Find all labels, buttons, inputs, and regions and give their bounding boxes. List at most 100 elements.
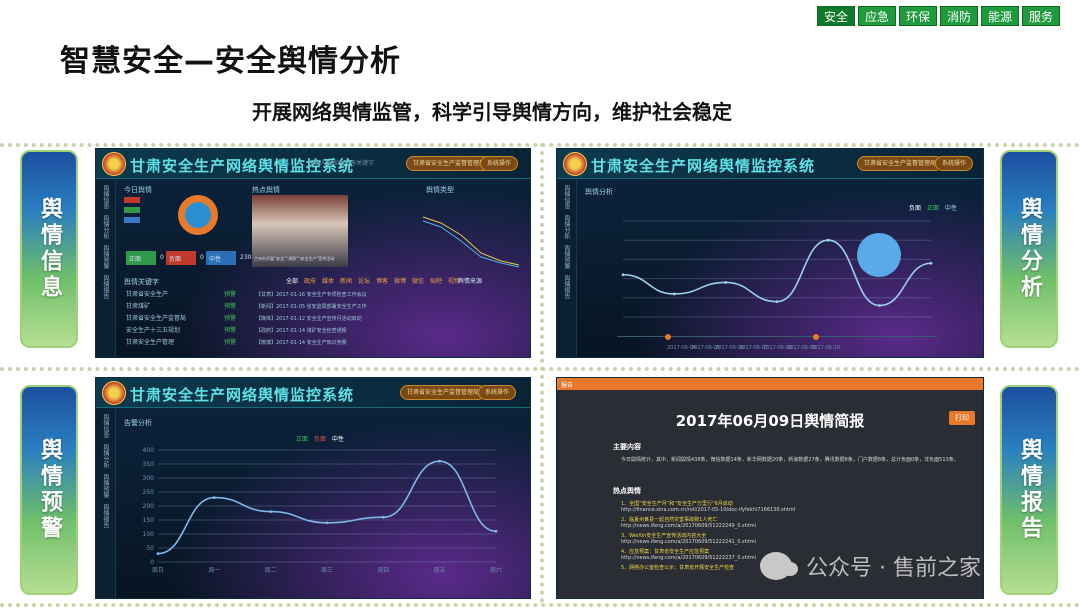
sidebar-item-info[interactable]: 舆情信息 bbox=[101, 414, 110, 438]
hot-item-url[interactable]: http://news.ifeng.com/a/20170609/5122224… bbox=[621, 539, 756, 545]
hot-item-url[interactable]: http://finance.sina.com.cn/roll/2017-05-… bbox=[621, 507, 795, 513]
data-point[interactable] bbox=[621, 273, 625, 277]
news-tab[interactable]: 新闻 bbox=[340, 276, 352, 285]
x-tick-label: 周二 bbox=[265, 567, 277, 574]
keyword-tag: 预警 bbox=[224, 291, 237, 298]
x-tick-label: 周日 bbox=[152, 567, 164, 574]
keyword-item[interactable]: 甘肃省安全生产 bbox=[126, 289, 168, 298]
data-point[interactable] bbox=[775, 300, 779, 304]
tab-service[interactable]: 服务 bbox=[1022, 6, 1060, 26]
legend-neutral[interactable]: 中性 bbox=[945, 205, 957, 212]
sidebar-item-analysis[interactable]: 舆情分析 bbox=[562, 215, 571, 239]
news-item[interactable]: 【甘肃】2017-01-16 安全生产专项检查工作会议 bbox=[256, 291, 367, 298]
sidebar-item-analysis[interactable]: 舆情分析 bbox=[101, 215, 110, 239]
data-point[interactable] bbox=[212, 496, 216, 499]
watermark-text: 公众号 · 售前之家 bbox=[806, 556, 981, 581]
hot-item-title[interactable]: 5、网络办公室检查公示：甘肃省开展安全生产检查 bbox=[621, 564, 734, 571]
sidebar: 舆情信息 舆情分析 舆情预警 舆情报告 bbox=[96, 179, 116, 357]
data-point[interactable] bbox=[438, 459, 442, 463]
tab-fire[interactable]: 消防 bbox=[940, 6, 978, 26]
sidebar-item-warning[interactable]: 舆情预警 bbox=[101, 245, 110, 269]
legend-negative[interactable]: 负面 bbox=[314, 436, 326, 443]
x-tick-label: 周五 bbox=[434, 567, 446, 574]
sidebar-item-warning[interactable]: 舆情预警 bbox=[562, 245, 571, 269]
count-positive: 正面 bbox=[126, 251, 156, 265]
data-point[interactable] bbox=[929, 261, 933, 265]
keyword-item[interactable]: 甘肃煤矿 bbox=[126, 301, 150, 310]
y-tick-label: 50 bbox=[146, 545, 154, 552]
sidebar-item-report[interactable]: 舆情报告 bbox=[101, 504, 110, 528]
section-main: 主要内容 bbox=[613, 443, 641, 451]
series-line bbox=[157, 460, 497, 555]
sidebar-item-warning[interactable]: 舆情预警 bbox=[101, 474, 110, 498]
pill-info-label: 舆情信息 bbox=[37, 197, 62, 301]
keyword-item[interactable]: 甘肃安全生产管理 bbox=[126, 337, 174, 346]
news-tab[interactable]: 媒体 bbox=[322, 276, 334, 285]
data-point[interactable] bbox=[494, 529, 498, 533]
count-positive-value: 0 bbox=[160, 254, 164, 261]
photo-caption: 兰州市开展“安全”“消防”“安全生产”宣传活动 bbox=[254, 256, 335, 261]
legend-positive[interactable]: 正面 bbox=[296, 436, 308, 443]
search-input[interactable]: 请输入搜索的内容关键字 bbox=[308, 158, 374, 167]
hot-item-title[interactable]: 2、临夏州某县一起自然灾害事故致1人死亡 bbox=[621, 516, 717, 523]
system-button[interactable]: 系统操作 bbox=[478, 385, 517, 400]
report-window-label: 报告 bbox=[561, 382, 574, 389]
news-item[interactable]: 【微博】2017-01-14 安全生产知识竞赛 bbox=[256, 339, 347, 346]
data-point[interactable] bbox=[156, 552, 160, 555]
data-point[interactable] bbox=[826, 238, 830, 242]
data-point[interactable] bbox=[672, 292, 676, 296]
sidebar-item-info[interactable]: 舆情信息 bbox=[101, 185, 110, 209]
section-hot: 热点舆情 bbox=[613, 487, 641, 495]
data-point[interactable] bbox=[878, 304, 882, 307]
keyword-item[interactable]: 甘肃省安全生产监督局 bbox=[126, 313, 186, 322]
screenshot-analysis: 甘肃安全生产网络舆情监控系统 甘肃省安全生产监督管理局 系统操作 舆情信息 舆情… bbox=[556, 148, 984, 358]
sidebar-item-report[interactable]: 舆情报告 bbox=[562, 275, 571, 299]
date-label: 2017-06-10 bbox=[811, 345, 841, 351]
system-button[interactable]: 系统操作 bbox=[935, 156, 974, 171]
legend-positive[interactable]: 正面 bbox=[927, 205, 939, 212]
sidebar-item-analysis[interactable]: 舆情分析 bbox=[101, 444, 110, 468]
count-negative: 负面 bbox=[166, 251, 196, 265]
hot-item-url[interactable]: http://news.ifeng.com/a/20170609/5122223… bbox=[621, 555, 756, 561]
sidebar-item-info[interactable]: 舆情信息 bbox=[562, 185, 571, 209]
news-item[interactable]: 【媒体】2017-01-12 安全生产宣传月活动启动 bbox=[256, 315, 362, 322]
data-point[interactable] bbox=[724, 281, 728, 284]
news-tab[interactable]: 微博 bbox=[394, 276, 406, 285]
y-tick-label: 350 bbox=[143, 461, 155, 468]
tab-emergency[interactable]: 应急 bbox=[858, 6, 896, 26]
screenshot-warning: 甘肃安全生产网络舆情监控系统 甘肃省安全生产监督管理局 系统操作 舆情信息 舆情… bbox=[95, 377, 531, 599]
tab-energy[interactable]: 能源 bbox=[981, 6, 1019, 26]
legend-neutral[interactable]: 中性 bbox=[332, 436, 344, 443]
warning-chart-title: 告警分析 bbox=[124, 419, 152, 427]
data-point[interactable] bbox=[381, 515, 385, 519]
news-tab[interactable]: 全部 bbox=[286, 276, 298, 285]
keyword-item[interactable]: 安全生产十三五规划 bbox=[126, 325, 180, 334]
data-point[interactable] bbox=[269, 510, 273, 513]
news-tab[interactable]: 政府 bbox=[304, 276, 316, 285]
agency-button[interactable]: 甘肃省安全生产监督管理局 bbox=[857, 156, 944, 171]
data-point[interactable] bbox=[325, 521, 329, 525]
news-tab[interactable]: 微信 bbox=[412, 276, 424, 285]
tab-environment[interactable]: 环保 bbox=[899, 6, 937, 26]
system-title: 甘肃安全生产网络舆情监控系统 bbox=[591, 157, 816, 175]
news-tab[interactable]: 博客 bbox=[376, 276, 388, 285]
legend-negative[interactable]: 负面 bbox=[909, 205, 921, 212]
page-subtitle: 开展网络舆情监管，科学引导舆情方向，维护社会稳定 bbox=[252, 100, 732, 124]
news-item[interactable]: 【新闻】2017-01-05 省安监局部署安全生产工作 bbox=[256, 303, 367, 310]
system-button[interactable]: 系统操作 bbox=[480, 156, 519, 171]
timeline-start-handle[interactable] bbox=[665, 334, 671, 340]
news-tab[interactable]: 论坛 bbox=[358, 276, 370, 285]
agency-button[interactable]: 甘肃省安全生产监督管理局 bbox=[400, 385, 487, 400]
hot-item-title[interactable]: 4、应急预案：甘肃省安全生产应急预案 bbox=[621, 548, 709, 555]
hot-item-title[interactable]: 1、全国“安全生产月”和“安全生产万里行”6月启动 bbox=[621, 500, 733, 507]
report-title: 2017年06月09日舆情简报 bbox=[675, 412, 865, 430]
tab-safety[interactable]: 安全 bbox=[817, 6, 855, 26]
news-tab[interactable]: 贴吧 bbox=[430, 276, 442, 285]
sidebar-item-report[interactable]: 舆情报告 bbox=[101, 275, 110, 299]
main-text: 今日舆情统计，其中，新闻舆情438条，微信数据14条，新华网数据20条，新浪数据… bbox=[621, 457, 959, 463]
hot-item-url[interactable]: http://news.ifeng.com/a/20170609/5122224… bbox=[621, 523, 756, 529]
print-button[interactable]: 打印 bbox=[949, 411, 975, 425]
news-item[interactable]: 【政府】2017-01-14 煤矿安全检查通报 bbox=[256, 327, 347, 334]
hot-item-title[interactable]: 3、WeiXin安全生产宣传活动内容大全 bbox=[621, 532, 706, 539]
timeline-end-handle[interactable] bbox=[813, 334, 819, 340]
